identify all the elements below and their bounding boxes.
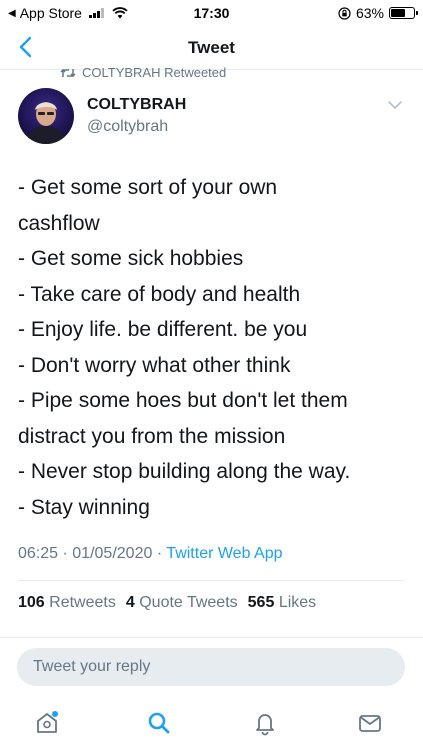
battery-fill: [391, 9, 405, 17]
quote-tweets-label: Quote Tweets: [139, 594, 238, 611]
quote-tweets-stat[interactable]: 4 Quote Tweets: [126, 594, 238, 612]
tweet-line: cashflow: [18, 211, 100, 235]
retweets-label: Retweets: [49, 594, 116, 611]
tweet-line: - Take care of body and health: [18, 282, 301, 306]
battery-icon: [389, 7, 418, 19]
tweet-line: - Never stop building along the way.: [18, 460, 351, 483]
tab-bar: [0, 697, 423, 750]
tweet-line: - Pipe some hoes but don't let them: [18, 389, 348, 412]
chevron-down-icon[interactable]: [385, 98, 405, 112]
status-bar: ◀ App Store 17:30 63%: [0, 0, 423, 26]
tweet-line: - Enjoy life. be different. be you: [18, 318, 308, 341]
meta-separator: ·: [62, 545, 68, 562]
tweet-date: 01/05/2020: [72, 545, 153, 562]
tweet-time: 06:25: [18, 545, 59, 562]
likes-stat[interactable]: 565 Likes: [248, 594, 317, 612]
orientation-lock-icon: [338, 6, 351, 20]
tweet-line: - Don't worry what other think: [18, 353, 291, 377]
avatar-image: [18, 88, 74, 144]
tweet-line: - Stay winning: [18, 495, 150, 519]
battery-percent: 63%: [355, 5, 384, 21]
reply-bar: [0, 637, 423, 697]
avatar[interactable]: [18, 88, 74, 144]
messages-icon: [359, 715, 381, 732]
likes-count: 565: [247, 594, 275, 611]
tweet-line: - Get some sick hobbies: [18, 247, 244, 270]
quote-tweets-count: 4: [125, 594, 135, 611]
tweet-stats: 106 Retweets 4 Quote Tweets 565 Likes: [18, 594, 316, 612]
home-icon: [37, 711, 58, 733]
tab-notifications[interactable]: [251, 709, 279, 737]
likes-label: Likes: [278, 594, 317, 611]
divider: [18, 580, 405, 581]
tweet-line: - Get some sort of your own: [18, 176, 278, 199]
meta-separator: ·: [156, 545, 163, 562]
tweet-meta: 06:25 · 01/05/2020 · Twitter Web App: [18, 545, 283, 563]
retweet-banner[interactable]: COLTYBRAH Retweeted: [60, 64, 226, 80]
tweet-text: - Get some sort of your own cashflow - G…: [18, 170, 408, 525]
author-handle[interactable]: @coltybrah: [87, 118, 168, 136]
tweet-line: distract you from the mission: [18, 424, 286, 448]
tweet-source-link[interactable]: Twitter Web App: [166, 545, 282, 562]
notifications-icon: [256, 714, 274, 736]
retweets-count: 106: [18, 594, 45, 611]
page-title: Tweet: [188, 38, 235, 57]
tab-messages[interactable]: [356, 709, 384, 737]
status-right: 63%: [338, 5, 418, 21]
retweet-banner-text: COLTYBRAH Retweeted: [82, 65, 227, 80]
retweet-icon: [60, 68, 76, 77]
tab-home[interactable]: [33, 709, 61, 737]
author-name[interactable]: COLTYBRAH: [87, 96, 186, 114]
reply-input[interactable]: [17, 648, 405, 686]
search-icon: [148, 712, 170, 734]
tab-search[interactable]: [145, 709, 173, 737]
retweets-stat[interactable]: 106 Retweets: [18, 594, 116, 612]
